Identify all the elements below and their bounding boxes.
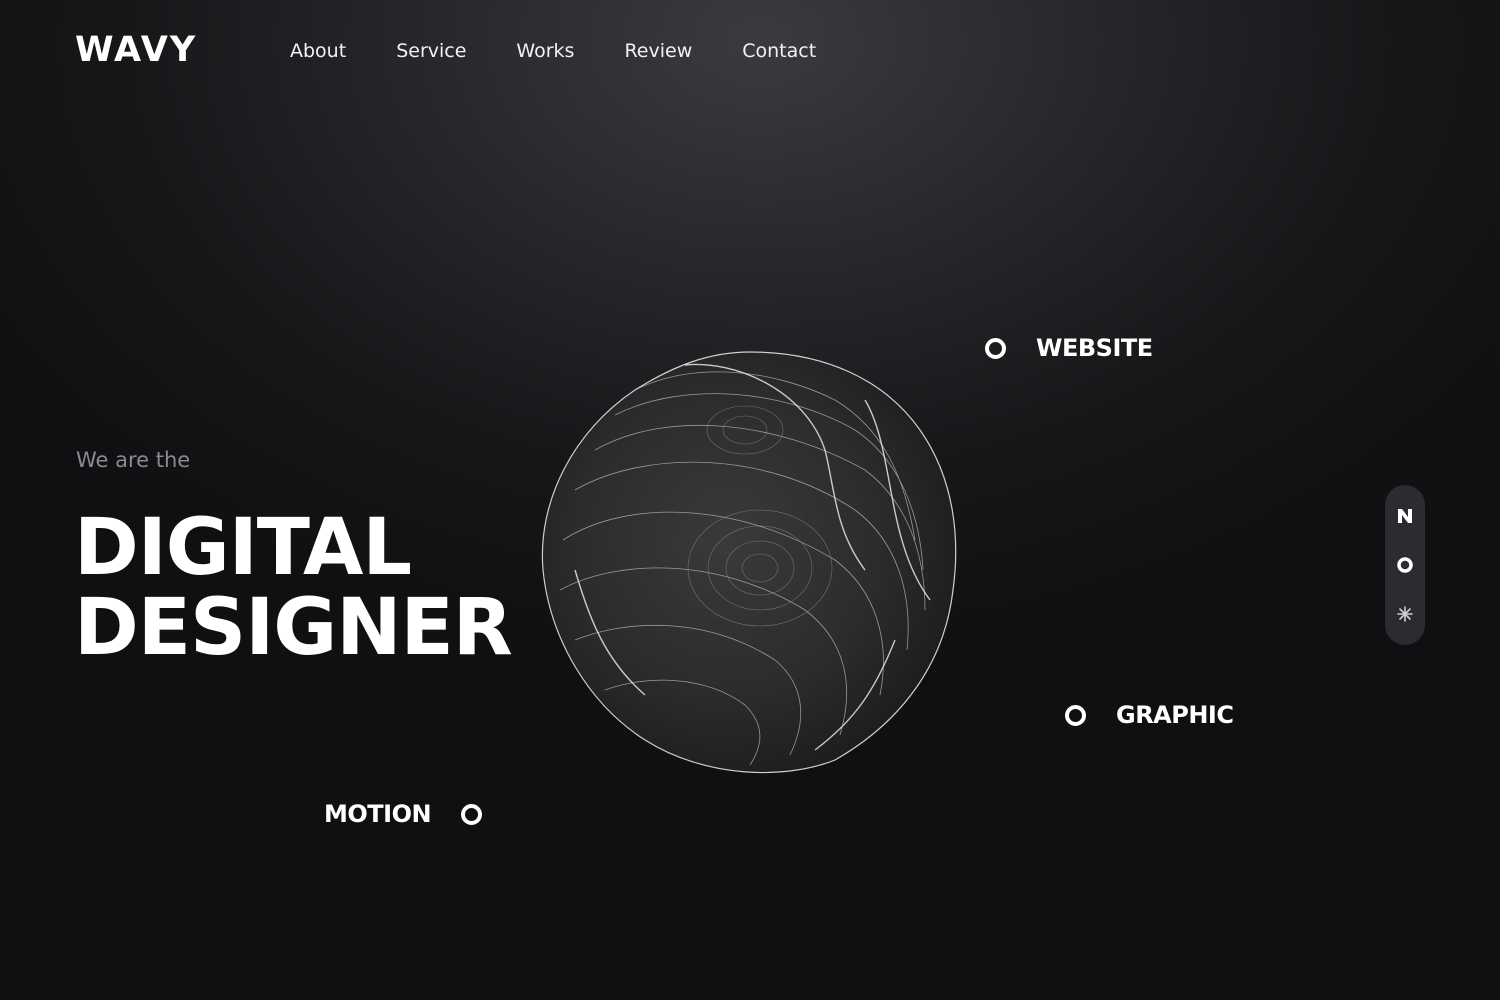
nav-item-contact[interactable]: Contact (742, 40, 816, 62)
tag-label-motion: MOTION (324, 800, 432, 828)
nav-item-service[interactable]: Service (396, 40, 466, 62)
hero-subtitle: We are the (76, 448, 191, 472)
site-logo[interactable]: WAVY (75, 30, 197, 70)
sparkle-icon[interactable] (1394, 603, 1416, 625)
service-tag-graphic[interactable]: GRAPHIC (1065, 701, 1234, 729)
ring-icon[interactable] (1394, 554, 1416, 576)
tag-label-website: WEBSITE (1036, 334, 1153, 362)
ring-marker-icon (461, 803, 483, 825)
side-toolbar (1385, 485, 1425, 645)
headline-line-1: DIGITAL (74, 503, 412, 593)
wireframe-sphere-graphic (541, 351, 957, 774)
nav-item-review[interactable]: Review (624, 40, 692, 62)
main-nav: About Service Works Review Contact (290, 40, 866, 62)
tag-label-graphic: GRAPHIC (1116, 701, 1234, 729)
service-tag-motion[interactable]: MOTION (324, 800, 483, 828)
service-tag-website[interactable]: WEBSITE (985, 334, 1153, 362)
hero-headline: DIGITAL DESIGNER (74, 503, 513, 673)
nav-item-works[interactable]: Works (516, 40, 574, 62)
brand-n-icon[interactable] (1394, 505, 1416, 527)
ring-marker-icon (1065, 704, 1086, 726)
nav-item-about[interactable]: About (290, 40, 346, 62)
headline-line-2: DESIGNER (74, 583, 513, 673)
ring-marker-icon (985, 337, 1006, 359)
